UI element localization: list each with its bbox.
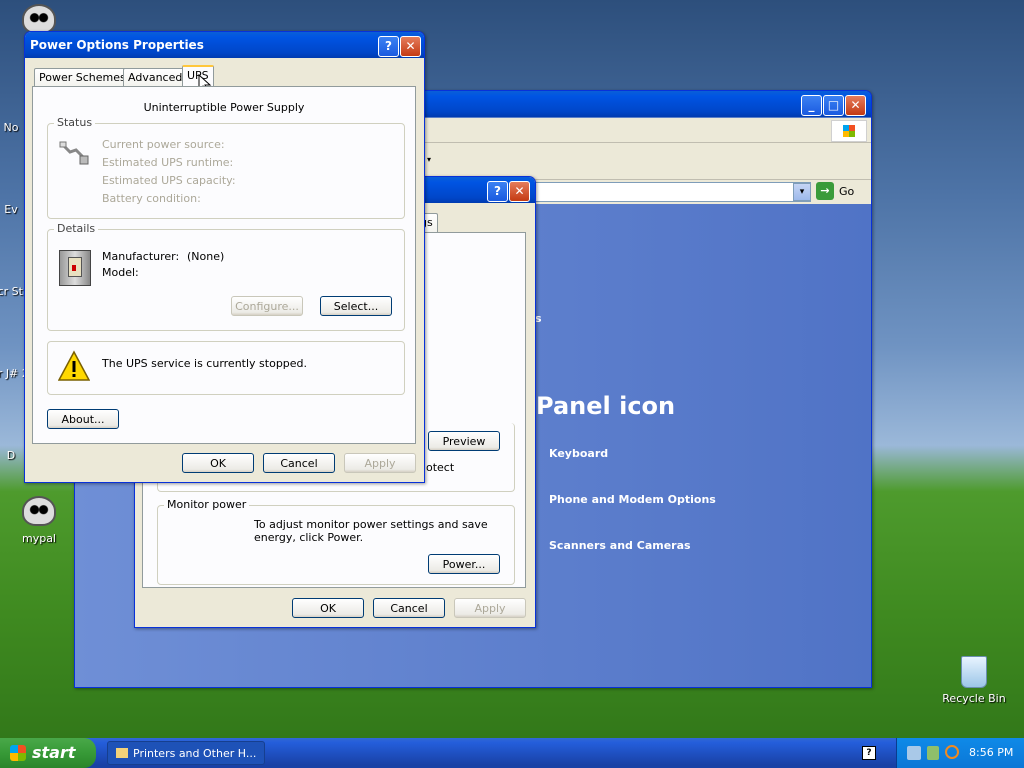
details-group: Details Manufacturer: (None) Model: Conf… <box>47 222 405 331</box>
go-arrow-icon[interactable]: → <box>816 182 834 200</box>
tab-power-schemes[interactable]: Power Schemes <box>34 68 131 87</box>
current-power-source-label: Current power source: <box>102 138 225 151</box>
link-keyboard[interactable]: Keyboard <box>549 447 608 460</box>
warning-icon <box>58 350 90 381</box>
monitor-power-group: Monitor power To adjust monitor power se… <box>157 498 515 585</box>
help-icon[interactable]: ? <box>862 746 876 760</box>
apply-button[interactable]: Apply <box>344 453 416 473</box>
folder-icon <box>116 748 128 758</box>
cancel-button[interactable]: Cancel <box>263 453 335 473</box>
ups-heading: Uninterruptible Power Supply <box>143 101 305 114</box>
manufacturer-label: Manufacturer: <box>102 250 180 263</box>
task-label: Printers and Other H... <box>133 747 257 760</box>
details-group-label: Details <box>54 222 99 235</box>
estimated-capacity-label: Estimated UPS capacity: <box>102 174 236 187</box>
ok-button[interactable]: OK <box>292 598 364 618</box>
about-button[interactable]: About... <box>47 409 119 429</box>
configure-button[interactable]: Configure... <box>231 296 303 316</box>
raccoon-icon <box>22 496 56 526</box>
taskbar-item-printers[interactable]: Printers and Other H... <box>107 741 265 765</box>
link-scanners-cameras[interactable]: Scanners and Cameras <box>549 539 691 552</box>
power-button[interactable]: Power... <box>428 554 500 574</box>
dialog-titlebar[interactable]: Power Options Properties <box>25 32 424 58</box>
dialog-title: Power Options Properties <box>30 38 204 52</box>
apply-button[interactable]: Apply <box>454 598 526 618</box>
manufacturer-value: (None) <box>187 250 225 263</box>
desktop-icon-mypal[interactable]: mypal <box>4 496 74 545</box>
minimize-button[interactable]: _ <box>801 95 822 116</box>
start-label: start <box>32 743 76 762</box>
ups-device-icon <box>59 250 91 286</box>
status-group-label: Status <box>54 116 96 129</box>
start-button[interactable]: start <box>0 738 96 768</box>
chevron-down-icon[interactable]: ▾ <box>427 155 431 164</box>
close-button[interactable]: ✕ <box>400 36 421 57</box>
power-tray-icon[interactable] <box>927 746 939 760</box>
power-options-dialog[interactable]: Power Options Properties ? ✕ Power Schem… <box>24 31 425 483</box>
address-dropdown-button[interactable]: ▾ <box>793 183 811 201</box>
help-button[interactable]: ? <box>378 36 399 57</box>
clock[interactable]: 8:56 PM <box>969 746 1013 759</box>
system-tray: 8:56 PM <box>896 738 1024 768</box>
raccoon-icon <box>22 4 56 34</box>
recycle-bin-label: Recycle Bin <box>942 692 1006 705</box>
network-icon[interactable] <box>907 746 921 760</box>
recycle-bin[interactable]: Recycle Bin <box>939 656 1009 705</box>
status-group: Status Current power source: Estimated U… <box>47 116 405 219</box>
close-button[interactable]: ✕ <box>509 181 530 202</box>
panel-heading: Panel icon <box>536 392 676 420</box>
taskbar: start Printers and Other H... ? 8:56 PM <box>0 738 1024 768</box>
preview-button[interactable]: Preview <box>428 431 500 451</box>
recycle-bin-icon <box>961 656 987 688</box>
monitor-power-text: To adjust monitor power settings and sav… <box>254 518 488 544</box>
link-phone-modem[interactable]: Phone and Modem Options <box>549 493 716 506</box>
tab-advanced[interactable]: Advanced <box>123 68 188 87</box>
estimated-runtime-label: Estimated UPS runtime: <box>102 156 234 169</box>
windows-flag-icon <box>10 745 26 761</box>
service-status-group: The UPS service is currently stopped. <box>47 341 405 395</box>
windows-logo-icon <box>831 120 867 142</box>
ok-button[interactable]: OK <box>182 453 254 473</box>
battery-condition-label: Battery condition: <box>102 192 201 205</box>
desktop-icon[interactable] <box>4 4 74 34</box>
power-plug-icon <box>59 141 89 165</box>
close-button[interactable]: ✕ <box>845 95 866 116</box>
model-label: Model: <box>102 266 139 279</box>
desktop-icon-label: mypal <box>21 532 56 545</box>
ups-tab-panel: Uninterruptible Power Supply Status Curr… <box>32 86 416 444</box>
maximize-button[interactable]: □ <box>823 95 844 116</box>
service-message: The UPS service is currently stopped. <box>102 357 308 370</box>
help-button[interactable]: ? <box>487 181 508 202</box>
select-button[interactable]: Select... <box>320 296 392 316</box>
monitor-power-label: Monitor power <box>164 498 250 511</box>
cancel-button[interactable]: Cancel <box>373 598 445 618</box>
go-button-label[interactable]: Go <box>839 185 854 198</box>
search-icon[interactable] <box>945 745 959 759</box>
password-protect-label: otect <box>426 461 455 474</box>
